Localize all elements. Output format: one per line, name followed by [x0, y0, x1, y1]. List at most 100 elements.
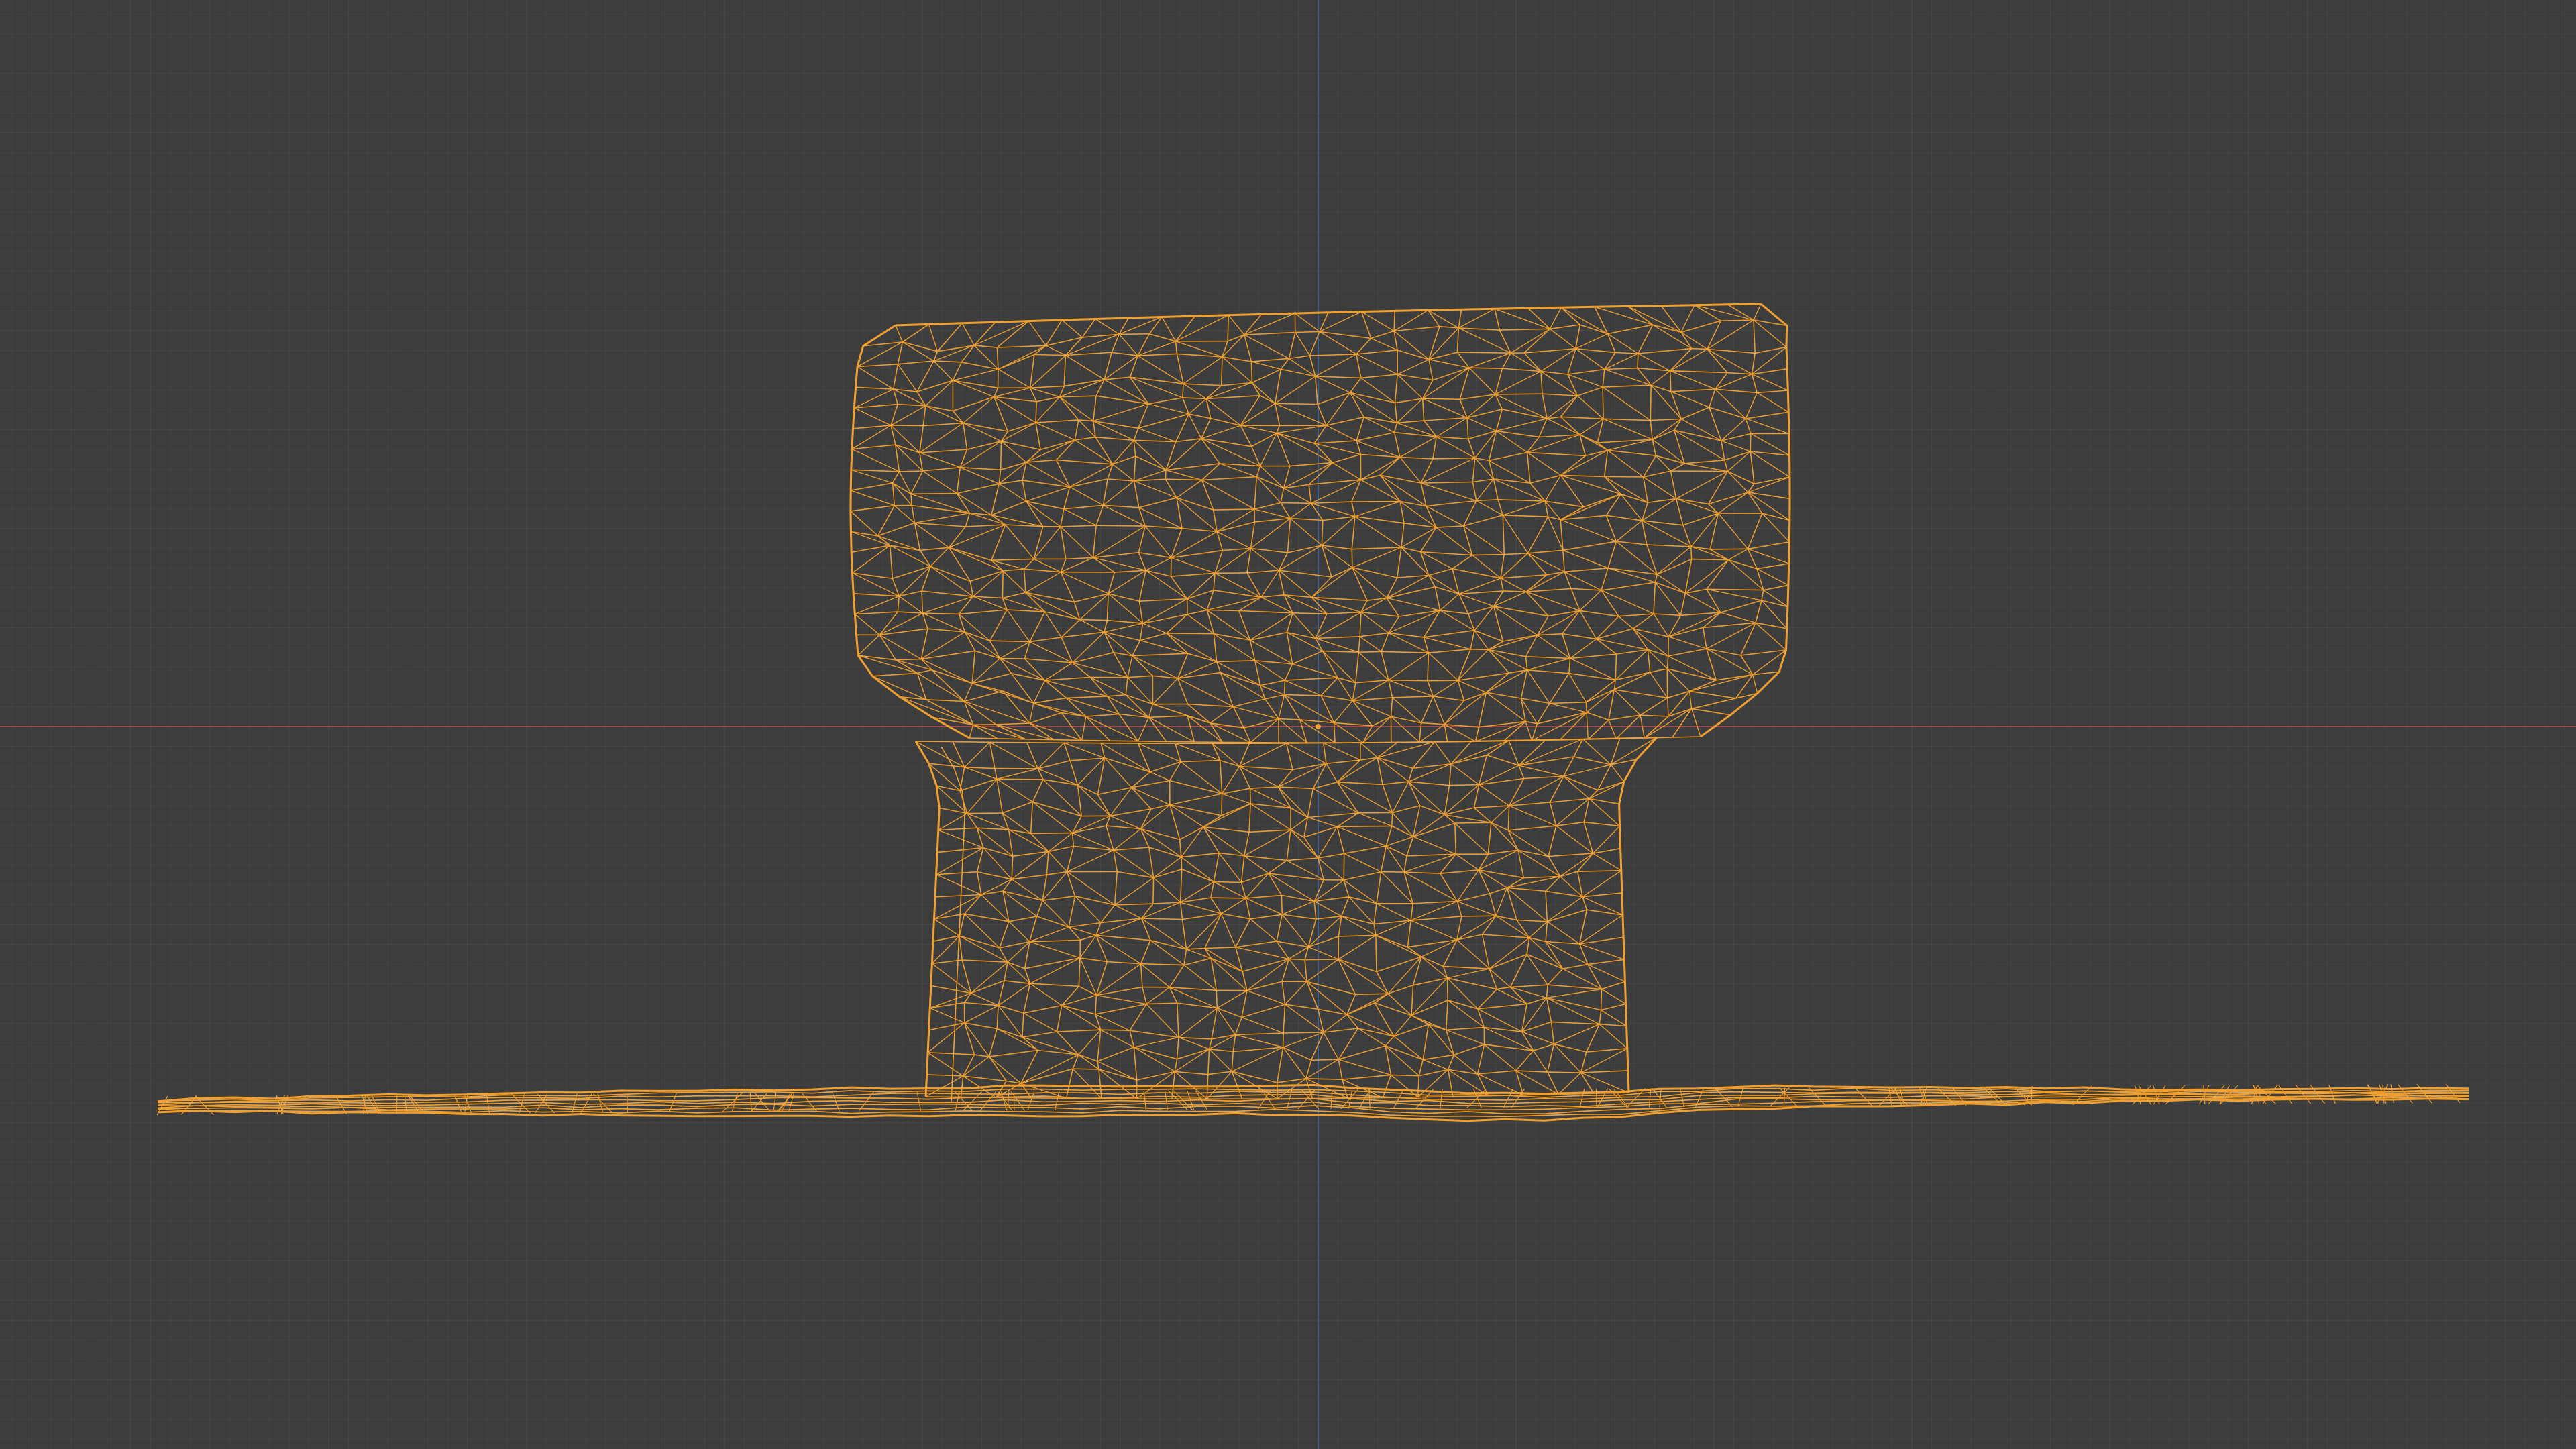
cap-edge	[1187, 715, 1211, 724]
stem-edge	[1337, 825, 1392, 828]
cap-edge	[1165, 470, 1167, 480]
mesh-stem[interactable]	[914, 736, 1658, 1103]
cap-edge	[1472, 478, 1494, 483]
stem-edge	[1474, 805, 1509, 808]
cap-edge	[1244, 334, 1289, 360]
stem-edge	[1487, 822, 1492, 855]
stem-edge	[1174, 1059, 1178, 1072]
stem-edge	[1418, 1059, 1424, 1076]
cap-edge	[1748, 492, 1763, 514]
cap-edge	[1118, 333, 1138, 356]
cap-edge	[889, 545, 894, 579]
stem-edge	[964, 767, 998, 780]
stem-edge	[1338, 916, 1342, 937]
cap-edge	[1295, 332, 1311, 356]
cap-edge	[1470, 630, 1475, 649]
cap-edge	[1142, 614, 1188, 624]
cap-edge	[852, 545, 891, 574]
cap-edge	[965, 524, 1006, 527]
cap-edge	[1436, 417, 1468, 437]
cap-edge	[1585, 449, 1608, 457]
stem-edge	[1599, 1024, 1628, 1049]
stem-edge	[1391, 825, 1414, 837]
cap-edge	[1176, 497, 1183, 529]
cap-edge	[1061, 572, 1109, 594]
cap-edge	[998, 470, 1002, 484]
cap-edge	[1112, 352, 1138, 356]
cap-edge	[1183, 383, 1207, 399]
cap-edge	[1371, 330, 1395, 339]
stem-edge	[1421, 956, 1444, 967]
stem-edge	[1550, 1022, 1555, 1044]
cap-edge	[1289, 355, 1310, 360]
cap-edge	[1537, 712, 1587, 724]
stem-edge	[1248, 803, 1251, 833]
cap-edge	[1607, 324, 1653, 335]
stem-edge	[1113, 828, 1141, 851]
stem-edge	[1403, 871, 1458, 902]
cap-edge	[857, 655, 918, 674]
stem-edge	[996, 768, 1038, 780]
wireframe-mesh[interactable]	[156, 303, 2469, 1122]
cap-edge	[1046, 337, 1083, 347]
stem-edge	[1140, 828, 1180, 841]
cap-edge	[1284, 663, 1293, 681]
cap-edge	[1029, 722, 1055, 741]
stem-edge	[1392, 805, 1420, 814]
cap-edge	[1520, 669, 1528, 699]
cap-edge	[1260, 680, 1285, 686]
mesh-cap[interactable]	[849, 303, 1791, 743]
stem-edge	[1131, 787, 1171, 806]
cap-edge	[1421, 398, 1425, 421]
stem-edge	[1284, 981, 1307, 1005]
stem-edge	[1178, 1036, 1212, 1040]
cap-edge	[921, 650, 975, 660]
stem-edge	[1063, 743, 1071, 761]
stem-edge	[1454, 823, 1457, 855]
stem-edge	[996, 778, 1033, 802]
cap-edge	[1672, 708, 1693, 738]
stem-edge	[1342, 1079, 1348, 1099]
stem-edge	[1408, 781, 1450, 786]
cap-edge	[994, 396, 1009, 432]
cap-edge	[1388, 632, 1429, 653]
cap-edge	[1458, 309, 1462, 329]
base-edge	[1503, 1089, 1514, 1108]
cap-edge	[1650, 418, 1682, 421]
cap-edge	[1703, 627, 1707, 649]
cap-edge	[1360, 611, 1399, 617]
cap-edge	[1468, 430, 1497, 440]
cap-edge	[1747, 513, 1763, 549]
stem-edge	[1393, 1036, 1424, 1061]
stem-edge	[938, 812, 968, 831]
stem-edge	[1580, 1070, 1628, 1073]
cap-edge	[1494, 308, 1550, 329]
cap-edge	[851, 469, 893, 484]
cap-edge	[953, 380, 995, 398]
cap-edge	[1724, 451, 1751, 461]
stem-edge	[1428, 1024, 1454, 1055]
cap-edge	[1056, 459, 1113, 465]
cap-edge	[1436, 436, 1468, 440]
cap-edge	[1560, 519, 1617, 542]
stem-edge	[1523, 775, 1564, 780]
cap-edge	[1432, 457, 1475, 460]
stem-edge	[1290, 829, 1305, 838]
stem-edge	[928, 1052, 975, 1055]
cap-edge	[914, 522, 949, 548]
object-origin-point[interactable]	[1316, 724, 1321, 729]
stem-edge	[1179, 826, 1204, 841]
viewport-canvas[interactable]	[0, 0, 2576, 1449]
cap-edge	[1176, 354, 1184, 384]
stem-edge	[1548, 856, 1561, 877]
cap-edge	[1474, 606, 1495, 631]
cap-edge	[917, 669, 932, 674]
cap-edge	[1095, 505, 1104, 526]
cap-edge	[1500, 553, 1529, 579]
3d-viewport[interactable]	[0, 0, 2576, 1449]
stem-edge	[1507, 806, 1510, 830]
cap-edge	[1604, 368, 1652, 386]
cap-edge	[933, 360, 953, 381]
stem-edge	[1079, 934, 1097, 959]
cap-edge	[1201, 476, 1257, 481]
